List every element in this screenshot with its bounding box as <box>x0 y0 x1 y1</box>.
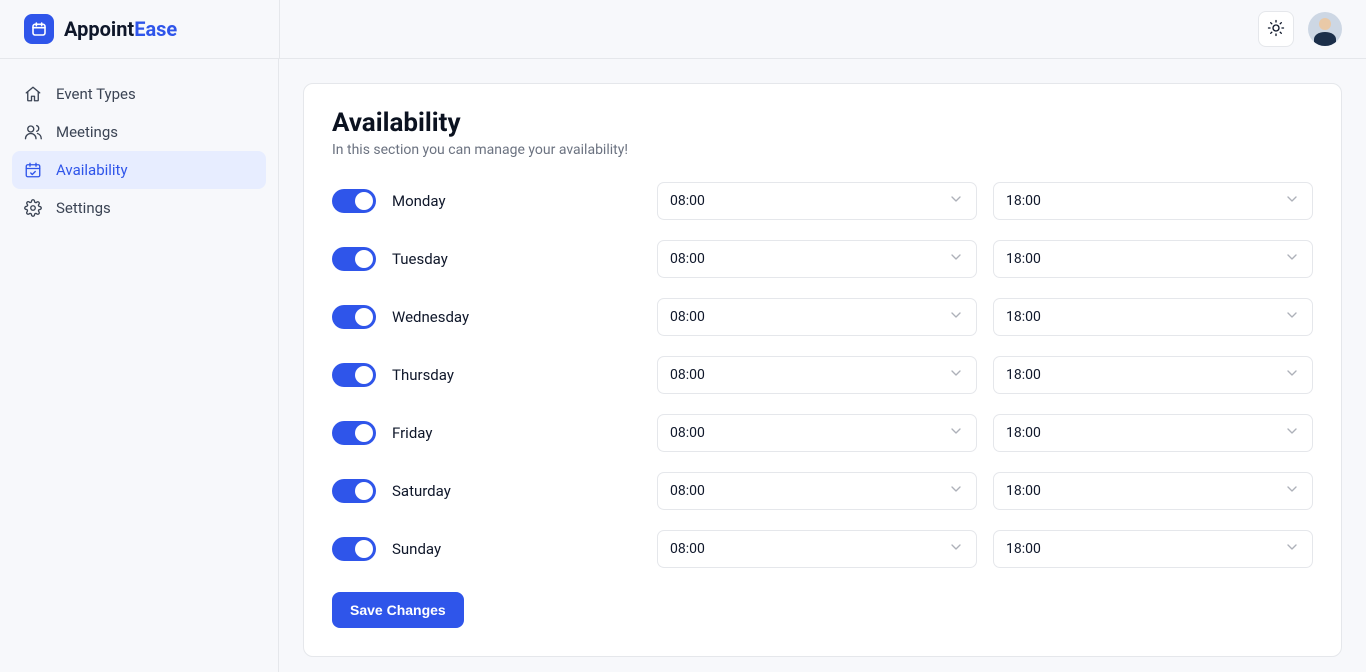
chevron-down-icon <box>948 249 964 269</box>
from-time-select[interactable]: 08:00 <box>657 472 977 510</box>
gear-icon <box>24 199 42 217</box>
till-time-value: 18:00 <box>1006 251 1041 267</box>
day-toggle[interactable] <box>332 363 376 387</box>
from-time-value: 08:00 <box>670 367 705 383</box>
day-toggle[interactable] <box>332 421 376 445</box>
till-time-select[interactable]: 18:00 <box>993 356 1313 394</box>
page-title: Availability <box>332 108 1313 138</box>
brand-text-a: Appoint <box>64 17 134 41</box>
from-time-select[interactable]: 08:00 <box>657 240 977 278</box>
day-label: Sunday <box>392 540 641 558</box>
divider <box>279 0 280 58</box>
chevron-down-icon <box>1284 191 1300 211</box>
chevron-down-icon <box>948 481 964 501</box>
chevron-down-icon <box>1284 365 1300 385</box>
chevron-down-icon <box>948 539 964 559</box>
topbar: AppointEase <box>0 0 1366 59</box>
main: Availability In this section you can man… <box>279 59 1366 672</box>
from-time-select[interactable]: 08:00 <box>657 298 977 336</box>
till-time-select[interactable]: 18:00 <box>993 182 1313 220</box>
day-label: Friday <box>392 424 641 442</box>
from-time-value: 08:00 <box>670 541 705 557</box>
save-button[interactable]: Save Changes <box>332 592 464 628</box>
from-time-value: 08:00 <box>670 483 705 499</box>
from-time-value: 08:00 <box>670 425 705 441</box>
till-time-value: 18:00 <box>1006 425 1041 441</box>
availability-row: Thursday 08:00 18:00 <box>332 356 1313 394</box>
brand-text-b: Ease <box>134 17 177 41</box>
availability-row: Friday 08:00 18:00 <box>332 414 1313 452</box>
sun-icon <box>1267 19 1285 40</box>
from-time-value: 08:00 <box>670 193 705 209</box>
sidebar: Event Types Meetings Availability Settin… <box>0 59 279 672</box>
calendar-check-icon <box>24 161 42 179</box>
brand-text: AppointEase <box>64 17 177 41</box>
topbar-right <box>1258 11 1366 47</box>
till-time-value: 18:00 <box>1006 367 1041 383</box>
brand[interactable]: AppointEase <box>0 14 177 44</box>
sidebar-item-label: Meetings <box>56 123 118 141</box>
till-time-select[interactable]: 18:00 <box>993 414 1313 452</box>
from-time-value: 08:00 <box>670 251 705 267</box>
page-subtitle: In this section you can manage your avai… <box>332 142 1313 158</box>
till-time-value: 18:00 <box>1006 483 1041 499</box>
theme-toggle-button[interactable] <box>1258 11 1294 47</box>
day-toggle[interactable] <box>332 189 376 213</box>
from-time-select[interactable]: 08:00 <box>657 356 977 394</box>
till-time-select[interactable]: 18:00 <box>993 530 1313 568</box>
chevron-down-icon <box>948 307 964 327</box>
day-label: Monday <box>392 192 641 210</box>
sidebar-item-label: Settings <box>56 199 111 217</box>
till-time-select[interactable]: 18:00 <box>993 298 1313 336</box>
chevron-down-icon <box>1284 423 1300 443</box>
till-time-select[interactable]: 18:00 <box>993 472 1313 510</box>
home-icon <box>24 85 42 103</box>
day-label: Saturday <box>392 482 641 500</box>
availability-row: Wednesday 08:00 18:00 <box>332 298 1313 336</box>
day-toggle[interactable] <box>332 479 376 503</box>
sidebar-item-label: Availability <box>56 161 128 179</box>
availability-card: Availability In this section you can man… <box>303 83 1342 657</box>
till-time-value: 18:00 <box>1006 193 1041 209</box>
avatar[interactable] <box>1308 12 1342 46</box>
chevron-down-icon <box>948 191 964 211</box>
sidebar-item-label: Event Types <box>56 85 136 103</box>
availability-row: Monday 08:00 18:00 <box>332 182 1313 220</box>
availability-row: Saturday 08:00 18:00 <box>332 472 1313 510</box>
day-label: Wednesday <box>392 308 641 326</box>
availability-row: Tuesday 08:00 18:00 <box>332 240 1313 278</box>
day-toggle[interactable] <box>332 305 376 329</box>
from-time-select[interactable]: 08:00 <box>657 182 977 220</box>
users-icon <box>24 123 42 141</box>
avatar-image <box>1314 18 1336 46</box>
chevron-down-icon <box>1284 481 1300 501</box>
chevron-down-icon <box>948 423 964 443</box>
availability-row: Sunday 08:00 18:00 <box>332 530 1313 568</box>
day-toggle[interactable] <box>332 537 376 561</box>
from-time-select[interactable]: 08:00 <box>657 530 977 568</box>
sidebar-item-meetings[interactable]: Meetings <box>12 113 266 151</box>
from-time-select[interactable]: 08:00 <box>657 414 977 452</box>
day-toggle[interactable] <box>332 247 376 271</box>
chevron-down-icon <box>1284 539 1300 559</box>
sidebar-item-settings[interactable]: Settings <box>12 189 266 227</box>
till-time-value: 18:00 <box>1006 309 1041 325</box>
sidebar-item-availability[interactable]: Availability <box>12 151 266 189</box>
brand-logo-icon <box>24 14 54 44</box>
sidebar-item-event-types[interactable]: Event Types <box>12 75 266 113</box>
day-label: Tuesday <box>392 250 641 268</box>
day-label: Thursday <box>392 366 641 384</box>
from-time-value: 08:00 <box>670 309 705 325</box>
chevron-down-icon <box>1284 249 1300 269</box>
chevron-down-icon <box>1284 307 1300 327</box>
chevron-down-icon <box>948 365 964 385</box>
till-time-value: 18:00 <box>1006 541 1041 557</box>
till-time-select[interactable]: 18:00 <box>993 240 1313 278</box>
